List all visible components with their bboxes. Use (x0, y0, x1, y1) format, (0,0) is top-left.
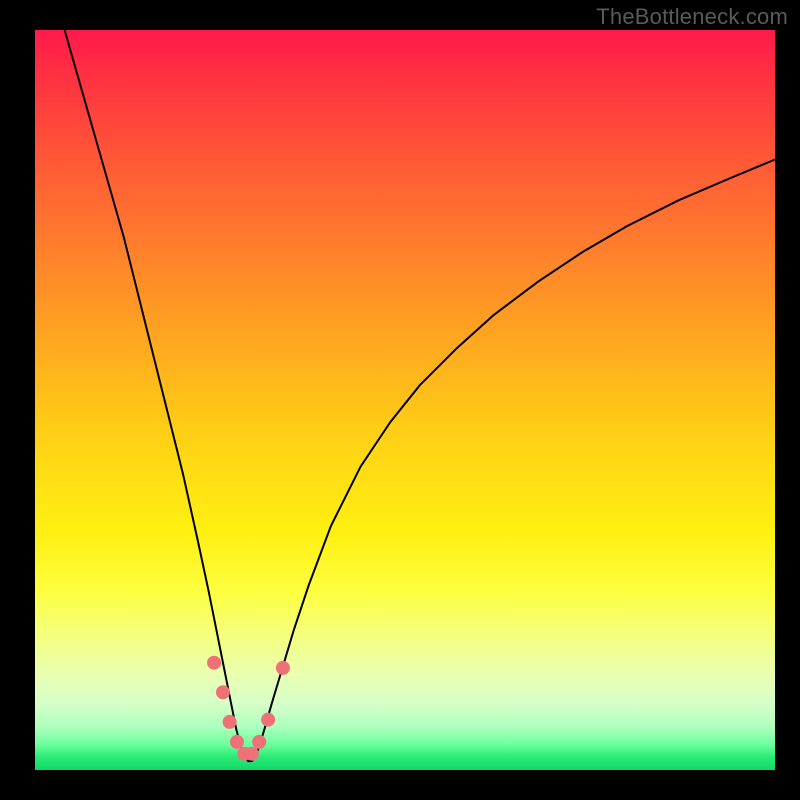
plot-background (35, 30, 775, 770)
curve-marker (230, 735, 244, 749)
curve-markers (207, 656, 290, 761)
curve-marker (216, 685, 230, 699)
curve-marker (276, 661, 290, 675)
curve-marker (245, 747, 259, 761)
bottleneck-curve (65, 30, 775, 761)
curve-marker (223, 715, 237, 729)
curve-marker (252, 735, 266, 749)
curve-marker (207, 656, 221, 670)
curve-svg (35, 30, 775, 770)
chart-frame: TheBottleneck.com (0, 0, 800, 800)
watermark-text: TheBottleneck.com (596, 4, 788, 30)
curve-marker (261, 713, 275, 727)
